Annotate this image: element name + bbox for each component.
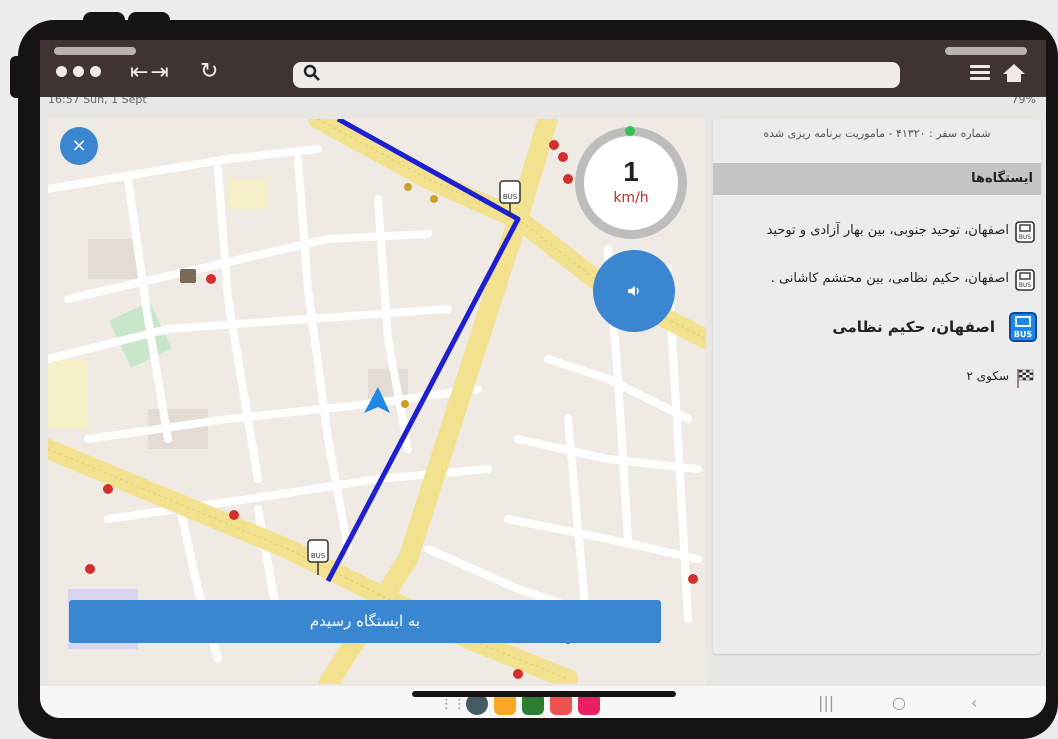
checkered-flag-icon [1017,369,1034,388]
home-icon[interactable] [1002,63,1026,83]
back-nav-icon[interactable]: ‹ [971,693,977,712]
battery-level: 79% [1011,97,1036,106]
svg-text:BUS: BUS [1014,330,1033,339]
stop-label: اصفهان، حکیم نظامی، بین محتشم کاشانی . [770,271,1009,286]
stops-header: ایستگاه‌ها [713,163,1041,195]
stop-label: سکوی ۲ [966,369,1009,383]
svg-text:BUS: BUS [311,552,326,560]
final-stop-item[interactable]: سکوی ۲ [713,363,1041,393]
bus-stop-icon: BUS [1015,221,1035,243]
speaker-icon [628,286,639,296]
svg-text:BUS: BUS [503,193,518,201]
address-bar[interactable] [293,62,900,88]
toolbar-tab-pill [945,47,1027,55]
map-view[interactable]: BUS BUS × 1 km/h به ایستگاه رسیدم [48,119,706,684]
speed-unit: km/h [613,190,649,206]
browser-toolbar: ⇤⇥ ↻ [40,40,1046,97]
search-icon [303,64,320,81]
status-time: 16:57 Sun, 1 Sept [48,97,147,106]
home-nav-icon[interactable]: ○ [892,693,906,712]
menu-icon[interactable] [970,65,990,81]
sound-button[interactable] [593,250,675,332]
recents-icon[interactable]: ||| [818,693,834,712]
speed-indicator-dot [625,126,635,136]
trip-title: شماره سفر : ۴۱۳۲۰ - ماموریت برنامه ریزی … [763,127,991,140]
svg-text:BUS: BUS [1019,282,1032,289]
arrived-at-stop-button[interactable]: به ایستگاه رسیدم [69,600,661,643]
speedometer: 1 km/h [575,126,687,239]
toolbar-tab-pill [54,47,136,55]
back-forward-icon[interactable]: ⇤⇥ [130,60,171,85]
reload-icon[interactable]: ↻ [200,59,218,84]
stop-item[interactable]: BUS اصفهان، حکیم نظامی، بین محتشم کاشانی… [713,265,1041,295]
window-dots-icon[interactable] [56,66,101,77]
status-bar: 16:57 Sun, 1 Sept 79% [40,97,1046,111]
current-stop-item[interactable]: BUS اصفهان، حکیم نظامی [713,312,1041,342]
bus-stop-icon: BUS [1009,312,1037,342]
stop-label: اصفهان، حکیم نظامی [832,318,995,336]
device-screen: 16:57 Sun, 1 Sept 79% BUS BUS × 1 km/h ب… [40,97,1046,718]
stop-label: اصفهان، توحید جنوبی، بین بهار آزادی و تو… [766,223,1009,238]
app-grid-icon[interactable]: ⋮⋮ [440,697,466,712]
speed-value: 1 [623,156,639,187]
close-button[interactable]: × [60,127,98,165]
bus-stop-icon: BUS [1015,269,1035,291]
stop-item[interactable]: BUS اصفهان، توحید جنوبی، بین بهار آزادی … [713,217,1041,247]
svg-text:BUS: BUS [1019,234,1032,241]
trip-panel: شماره سفر : ۴۱۳۲۰ - ماموریت برنامه ریزی … [713,119,1041,654]
gesture-bar [412,691,676,697]
